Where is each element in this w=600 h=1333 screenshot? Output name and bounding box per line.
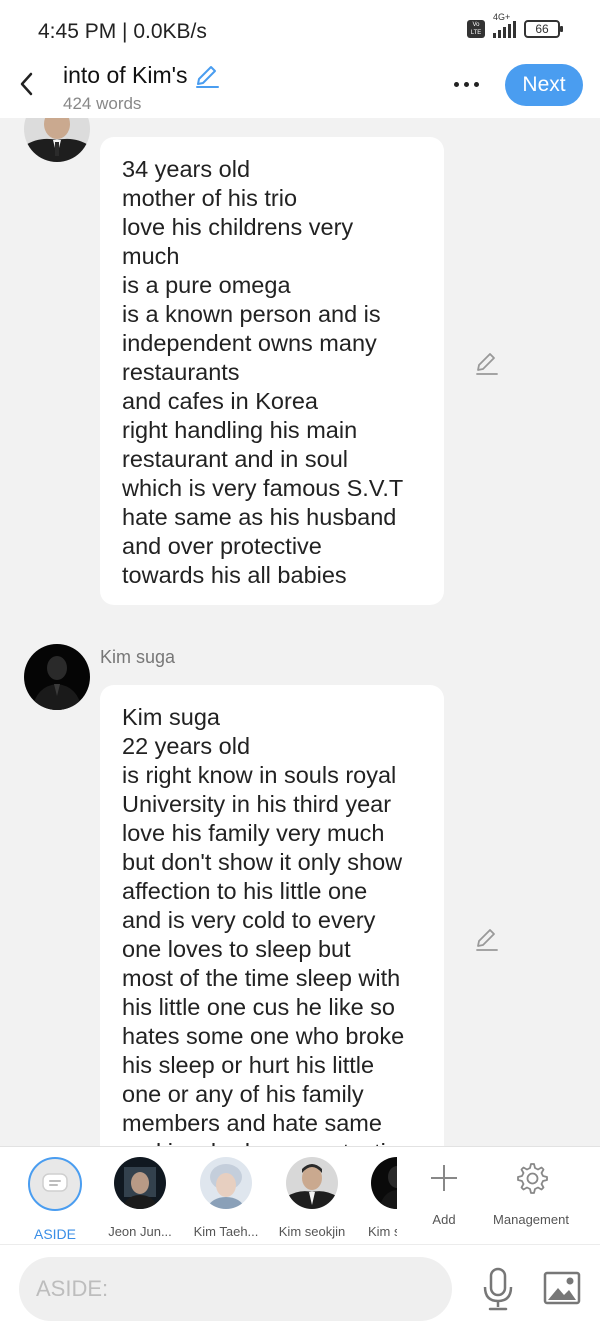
battery-icon: 66 [524,20,563,38]
character-avatar [371,1157,397,1209]
avatar-image [24,644,90,710]
title-row: into of Kim's [63,62,220,89]
character-aside[interactable]: ASIDE [15,1157,95,1242]
character-bar: ASIDE Jeon Jun... Kim Taeh... Kim seokji… [0,1146,600,1244]
speaker-avatar[interactable] [24,644,90,710]
edit-title-icon[interactable] [194,63,220,89]
dot-icon [463,81,469,87]
microphone-button[interactable] [478,1267,518,1313]
input-bar [0,1244,600,1333]
network-type: 4G+ [493,12,511,22]
volte-icon: Vo LTE [467,20,485,38]
character-kim-taeh[interactable]: Kim Taeh... [186,1157,266,1239]
character-label: Kim seokjin [278,1224,346,1239]
back-button[interactable] [10,66,42,102]
add-character-button[interactable]: Add [414,1159,474,1227]
speaker-name: Kim suga [100,647,176,667]
signal-icon: 4G+ [493,12,516,38]
character-jeon[interactable]: Jeon Jun... [100,1157,180,1239]
character-avatar [114,1157,166,1209]
edit-message-button[interactable] [474,926,500,952]
management-label: Management [493,1212,569,1227]
character-avatar [200,1157,252,1209]
pencil-icon [476,353,498,375]
status-time: 4:45 PM | 0.0KB/s [38,20,207,43]
avatar-image [24,118,90,162]
plus-icon [431,1165,457,1191]
speaker-avatar[interactable] [24,118,90,162]
dot-icon [473,81,479,87]
comment-icon [42,1173,68,1192]
character-label: Jeon Jun... [108,1224,172,1239]
character-label: ASIDE [33,1226,76,1242]
chat-area[interactable]: 34 years old mother of his trio love his… [0,118,600,1146]
word-count: 424 words [63,94,142,113]
message-bubble[interactable]: Kim suga 22 years old is right know in s… [100,685,444,1146]
character-kim-seokjin[interactable]: Kim seokjin [272,1157,352,1239]
header: into of Kim's 424 words Next [0,60,600,118]
status-bar: 4:45 PM | 0.0KB/s Vo LTE 4G+ 66 [0,0,600,60]
pencil-icon [476,929,498,951]
character-label: Kim Taeh... [193,1224,259,1239]
dot-icon [453,81,459,87]
status-icons: Vo LTE 4G+ 66 [467,12,563,38]
more-options-button[interactable] [446,72,486,96]
add-label: Add [432,1212,456,1227]
image-button[interactable] [543,1271,581,1305]
image-icon [543,1271,581,1305]
message-bubble[interactable]: 34 years old mother of his trio love his… [100,137,444,605]
aside-input[interactable] [19,1257,452,1321]
aside-avatar [28,1157,82,1211]
gear-icon [517,1163,548,1194]
microphone-icon [483,1267,513,1311]
edit-message-button[interactable] [474,350,500,376]
next-button[interactable]: Next [505,64,583,106]
character-kim-s[interactable]: Kim s [353,1157,397,1247]
page-title: into of Kim's [63,62,188,88]
character-label: Kim s [368,1224,397,1239]
management-button[interactable]: Management [486,1159,576,1227]
chevron-left-icon [20,72,33,96]
character-avatar [286,1157,338,1209]
